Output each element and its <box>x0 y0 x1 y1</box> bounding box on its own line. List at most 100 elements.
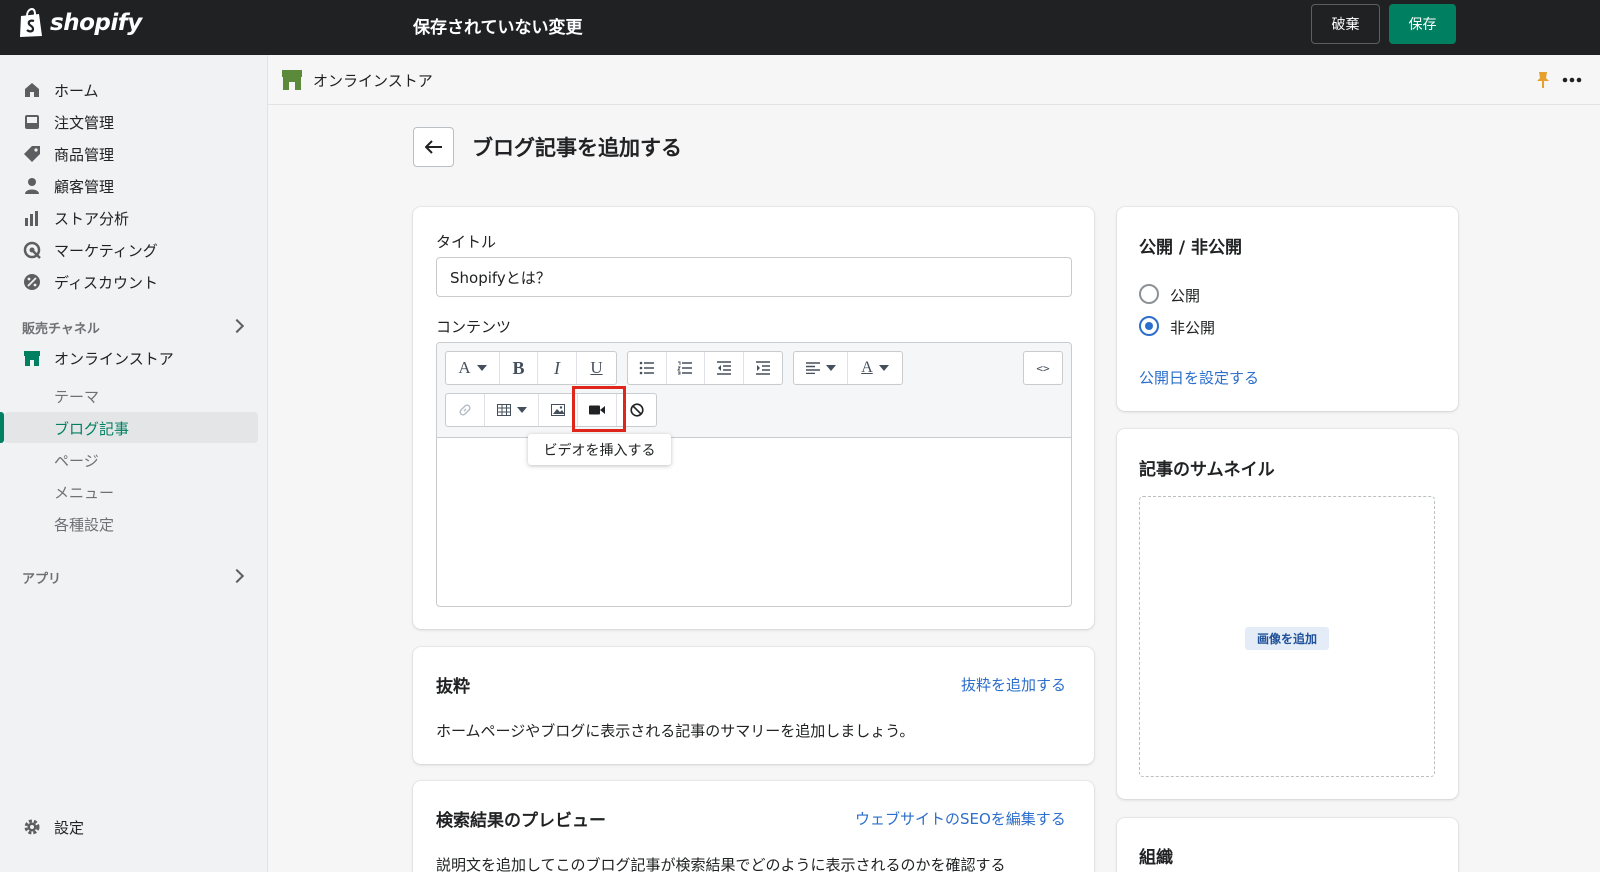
text-color-button[interactable]: A <box>848 352 902 384</box>
chevron-right-icon[interactable] <box>229 568 245 584</box>
active-item-background <box>4 412 258 443</box>
rich-text-editor: A B I U A <> <box>436 342 1072 607</box>
radio-hidden[interactable] <box>1139 316 1159 336</box>
sidebar-item-settings[interactable]: 設定 <box>22 812 84 842</box>
sidebar-item-label: 設定 <box>54 818 85 837</box>
thumbnail-heading: 記事のサムネイル <box>1139 460 1275 480</box>
bulleted-list-button[interactable] <box>628 352 667 384</box>
arrow-left-icon <box>424 140 442 154</box>
visibility-heading: 公開 / 非公開 <box>1139 238 1243 258</box>
title-label: タイトル <box>436 233 497 251</box>
back-button[interactable] <box>413 127 454 167</box>
insert-table-button[interactable] <box>485 394 539 426</box>
list-group <box>627 351 783 385</box>
text-format-group: A B I U <box>445 351 617 385</box>
sidebar-item-marketing[interactable]: マーケティング <box>22 235 158 265</box>
radio-public[interactable] <box>1139 284 1159 304</box>
title-input[interactable]: Shopifyとは？ <box>436 257 1072 297</box>
sidebar-item-orders[interactable]: 注文管理 <box>22 107 114 137</box>
discount-icon <box>22 272 42 292</box>
target-icon <box>22 240 42 260</box>
excerpt-description: ホームページやブログに表示される記事のサマリーを追加しましょう。 <box>436 722 915 740</box>
sales-channels-heading: 販売チャネル <box>22 322 100 337</box>
more-actions-icon[interactable] <box>1562 77 1582 83</box>
brand-name: shopify <box>50 10 142 36</box>
organization-heading: 組織 <box>1139 848 1173 868</box>
outdent-button[interactable] <box>705 352 744 384</box>
gear-icon <box>22 817 42 837</box>
sidebar-subitem-pages[interactable]: ページ <box>54 450 99 471</box>
bar-chart-icon <box>22 208 42 228</box>
sidebar-item-label: マーケティング <box>54 241 158 260</box>
shopify-bag-icon <box>20 8 42 37</box>
numbered-list-icon <box>677 361 693 375</box>
video-button-highlight <box>572 386 626 432</box>
indent-button[interactable] <box>744 352 782 384</box>
radio-public-label: 公開 <box>1170 287 1201 305</box>
sidebar-subitem-preferences[interactable]: 各種設定 <box>54 514 114 535</box>
font-style-button[interactable]: A <box>446 352 500 384</box>
top-bar: shopify 保存されていない変更 破棄 保存 <box>0 0 1600 55</box>
numbered-list-button[interactable] <box>667 352 705 384</box>
underline-button[interactable]: U <box>577 352 616 384</box>
page-title: ブログ記事を追加する <box>472 136 682 160</box>
align-left-icon <box>805 362 820 374</box>
tag-icon <box>22 144 42 164</box>
editor-toolbar: A B I U A <> <box>437 343 1071 438</box>
sidebar: ホーム 注文管理 商品管理 顧客管理 ストア分析 マーケティング ディスカウント… <box>0 55 268 872</box>
sidebar-subitem-themes[interactable]: テーマ <box>54 386 99 407</box>
bold-button[interactable]: B <box>500 352 538 384</box>
chevron-down-icon <box>476 365 487 371</box>
person-icon <box>22 176 42 196</box>
seo-description: 説明文を追加してこのブログ記事が検索結果でどのように表示されるのかを確認する <box>436 856 1006 872</box>
set-publish-date-link[interactable]: 公開日を設定する <box>1139 367 1259 388</box>
outdent-icon <box>716 361 731 375</box>
table-icon <box>496 404 511 416</box>
store-icon <box>22 348 42 368</box>
sidebar-subitem-navigation[interactable]: メニュー <box>54 482 114 503</box>
sidebar-item-discounts[interactable]: ディスカウント <box>22 267 158 297</box>
indent-icon <box>755 361 770 375</box>
context-bar <box>268 55 1600 105</box>
sidebar-item-products[interactable]: 商品管理 <box>22 139 114 169</box>
chevron-right-icon[interactable] <box>229 318 245 334</box>
sidebar-item-online-store[interactable]: オンラインストア <box>22 343 174 373</box>
add-excerpt-link[interactable]: 抜粋を追加する <box>961 674 1066 695</box>
link-icon <box>459 404 471 416</box>
discard-button[interactable]: 破棄 <box>1311 4 1380 44</box>
store-icon <box>282 70 302 90</box>
chevron-down-icon <box>878 365 889 371</box>
image-icon <box>551 404 565 416</box>
sidebar-item-label: ストア分析 <box>54 209 130 228</box>
excerpt-heading: 抜粋 <box>436 677 470 697</box>
sidebar-item-label: 商品管理 <box>54 145 115 164</box>
content-label: コンテンツ <box>436 318 512 336</box>
save-button[interactable]: 保存 <box>1389 4 1456 44</box>
shopify-logo[interactable]: shopify <box>18 8 142 38</box>
excerpt-card <box>413 647 1094 764</box>
breadcrumb: オンラインストア <box>313 72 433 90</box>
chevron-down-icon <box>825 365 836 371</box>
sidebar-item-home[interactable]: ホーム <box>22 75 99 105</box>
add-image-button[interactable]: 画像を追加 <box>1245 627 1329 650</box>
italic-button[interactable]: I <box>538 352 577 384</box>
html-toggle-button[interactable]: <> <box>1024 352 1062 384</box>
block-icon <box>629 403 644 417</box>
align-button[interactable] <box>794 352 848 384</box>
html-group: <> <box>1023 351 1063 385</box>
active-indicator <box>0 412 4 443</box>
sidebar-subitem-blog-posts[interactable]: ブログ記事 <box>54 418 129 439</box>
apps-heading: アプリ <box>22 572 62 587</box>
pin-icon[interactable] <box>1536 71 1550 89</box>
sidebar-item-customers[interactable]: 顧客管理 <box>22 171 114 201</box>
sidebar-item-label: ホーム <box>54 81 99 100</box>
sidebar-item-label: オンラインストア <box>54 349 174 368</box>
insert-link-button[interactable] <box>446 394 485 426</box>
sidebar-item-analytics[interactable]: ストア分析 <box>22 203 129 233</box>
inbox-icon <box>22 112 42 132</box>
sidebar-item-label: 顧客管理 <box>54 177 115 196</box>
radio-hidden-label: 非公開 <box>1170 319 1216 337</box>
edit-seo-link[interactable]: ウェブサイトのSEOを編集する <box>855 808 1066 829</box>
insert-video-tooltip: ビデオを挿入する <box>528 434 671 465</box>
bulleted-list-icon <box>639 361 654 375</box>
